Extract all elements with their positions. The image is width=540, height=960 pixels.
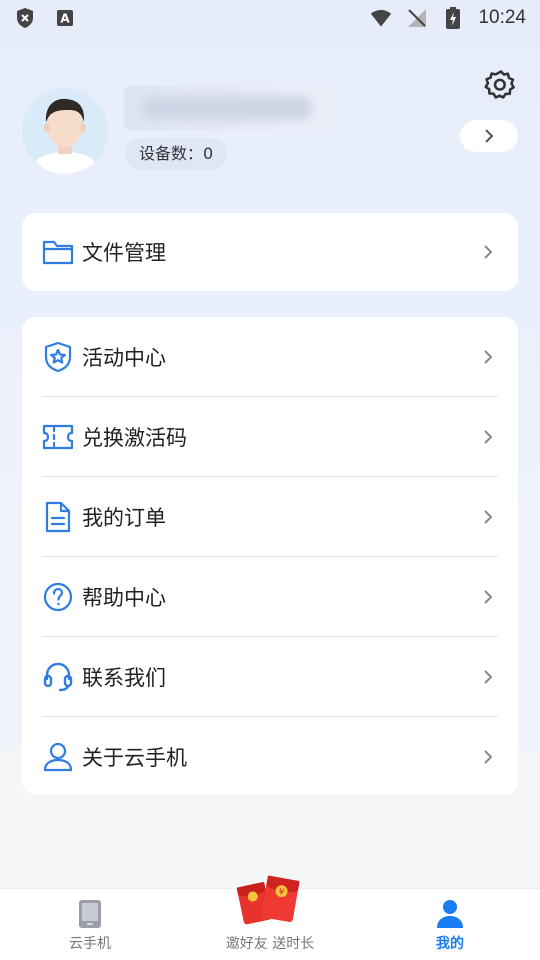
menu-item-help-center[interactable]: 帮助中心 — [22, 557, 518, 637]
status-bar: A 10:24 — [0, 0, 540, 36]
chevron-right-icon — [485, 129, 494, 143]
folder-icon — [42, 236, 74, 268]
font-a-icon: A — [54, 7, 76, 29]
nav-label-mine: 我的 — [436, 936, 464, 952]
no-signal-icon — [406, 7, 428, 29]
shield-star-icon — [42, 341, 74, 373]
chevron-right-icon — [482, 244, 498, 260]
gear-icon — [484, 70, 515, 99]
username-blurred — [124, 86, 332, 130]
menu-list-card: 活动中心 兑换激活码 我的订单 帮助中心 联系我们 关于云手机 — [22, 317, 518, 795]
menu-item-label: 兑换激活码 — [82, 426, 187, 450]
person-icon — [437, 900, 463, 928]
profile-detail-button[interactable] — [460, 120, 518, 152]
menu-item-label: 活动中心 — [82, 346, 166, 370]
device-count-badge: 设备数：0 — [125, 138, 228, 170]
shield-x-icon — [14, 7, 36, 29]
nav-label-invite: 邀好友 送时长 — [225, 936, 315, 952]
user-icon — [42, 741, 74, 773]
avatar[interactable] — [22, 88, 108, 174]
menu-item-label: 文件管理 — [82, 241, 166, 265]
svg-text:A: A — [60, 12, 70, 26]
chevron-right-icon — [482, 749, 498, 765]
chevron-right-icon — [482, 509, 498, 525]
menu-item-file-management[interactable]: 文件管理 — [22, 213, 518, 291]
chevron-right-icon — [482, 429, 498, 445]
menu-item-label: 联系我们 — [82, 666, 166, 690]
red-envelope-icon[interactable]: ¥ — [236, 872, 304, 928]
file-management-card: 文件管理 — [22, 213, 518, 291]
nav-tab-mine[interactable]: 我的 — [410, 889, 490, 960]
nav-tab-cloud-phone[interactable]: 云手机 — [50, 889, 130, 960]
phone-icon — [79, 900, 101, 928]
chevron-right-icon — [482, 589, 498, 605]
document-icon — [42, 501, 74, 533]
battery-charging-icon — [442, 7, 464, 29]
menu-item-my-orders[interactable]: 我的订单 — [22, 477, 518, 557]
chevron-right-icon — [482, 349, 498, 365]
chevron-right-icon — [482, 669, 498, 685]
settings-button[interactable] — [484, 68, 518, 102]
menu-item-about[interactable]: 关于云手机 — [22, 717, 518, 797]
headset-icon — [42, 661, 74, 693]
menu-item-label: 关于云手机 — [82, 746, 187, 770]
menu-item-redeem-code[interactable]: 兑换激活码 — [22, 397, 518, 477]
question-icon — [42, 581, 74, 613]
menu-item-label: 帮助中心 — [82, 586, 166, 610]
menu-item-activity-center[interactable]: 活动中心 — [22, 317, 518, 397]
status-time: 10:24 — [478, 7, 526, 28]
wifi-icon — [370, 7, 392, 29]
menu-item-contact-us[interactable]: 联系我们 — [22, 637, 518, 717]
ticket-icon — [42, 421, 74, 453]
menu-item-label: 我的订单 — [82, 506, 166, 530]
nav-label-cloud-phone: 云手机 — [69, 936, 111, 952]
